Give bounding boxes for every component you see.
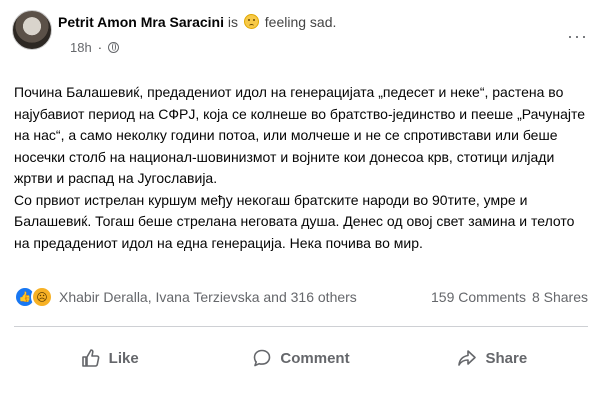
meta-separator: · [97, 40, 103, 55]
like-label: Like [108, 349, 139, 367]
share-button[interactable]: Share [397, 336, 588, 380]
post-meta: 18h · [70, 40, 120, 55]
sad-emoji-icon [243, 14, 259, 29]
sad-reaction-icon: ☹ [31, 286, 53, 308]
comment-label: Comment [280, 349, 350, 367]
shares-count[interactable]: 8 Shares [532, 289, 588, 305]
post-paragraph: Почина Балашевиќ, предадениот идол на ге… [14, 84, 586, 186]
comments-count[interactable]: 159 Comments [431, 289, 526, 305]
is-text: is [227, 14, 238, 30]
post-timestamp[interactable]: 18h [70, 40, 92, 55]
divider [14, 326, 588, 327]
comment-icon [254, 349, 271, 367]
post-author-line: Petrit Amon Mra Saracini is feeling sad. [58, 14, 336, 30]
reactors-list[interactable]: Xhabir Deralla, Ivana Terzievska and 316… [59, 289, 357, 305]
feeling-text: feeling sad. [264, 14, 337, 30]
engagement-counts: 159 Comments 8 Shares [431, 289, 588, 305]
more-options-icon[interactable]: ··· [567, 26, 588, 47]
post-actions: Like Comment Share [14, 336, 588, 380]
share-icon [458, 350, 477, 366]
thumbs-up-icon [81, 349, 100, 367]
comment-button[interactable]: Comment [205, 336, 396, 380]
post-header: Petrit Amon Mra Saracini is feeling sad.… [12, 6, 588, 62]
reaction-icons[interactable]: 👍 ☹ [14, 286, 53, 308]
post-body: Почина Балашевиќ, предадениот идол на ге… [14, 82, 586, 254]
like-button[interactable]: Like [14, 336, 205, 380]
author-name[interactable]: Petrit Amon Mra Saracini [58, 14, 224, 30]
reactions-summary: 👍 ☹ Xhabir Deralla, Ivana Terzievska and… [14, 286, 588, 308]
share-label: Share [485, 349, 528, 367]
post-paragraph: Со првиот истрелан куршум међу некогаш б… [14, 191, 575, 251]
globe-icon[interactable] [108, 42, 120, 53]
facebook-post: Petrit Amon Mra Saracini is feeling sad.… [0, 0, 600, 400]
author-avatar[interactable] [12, 10, 52, 50]
